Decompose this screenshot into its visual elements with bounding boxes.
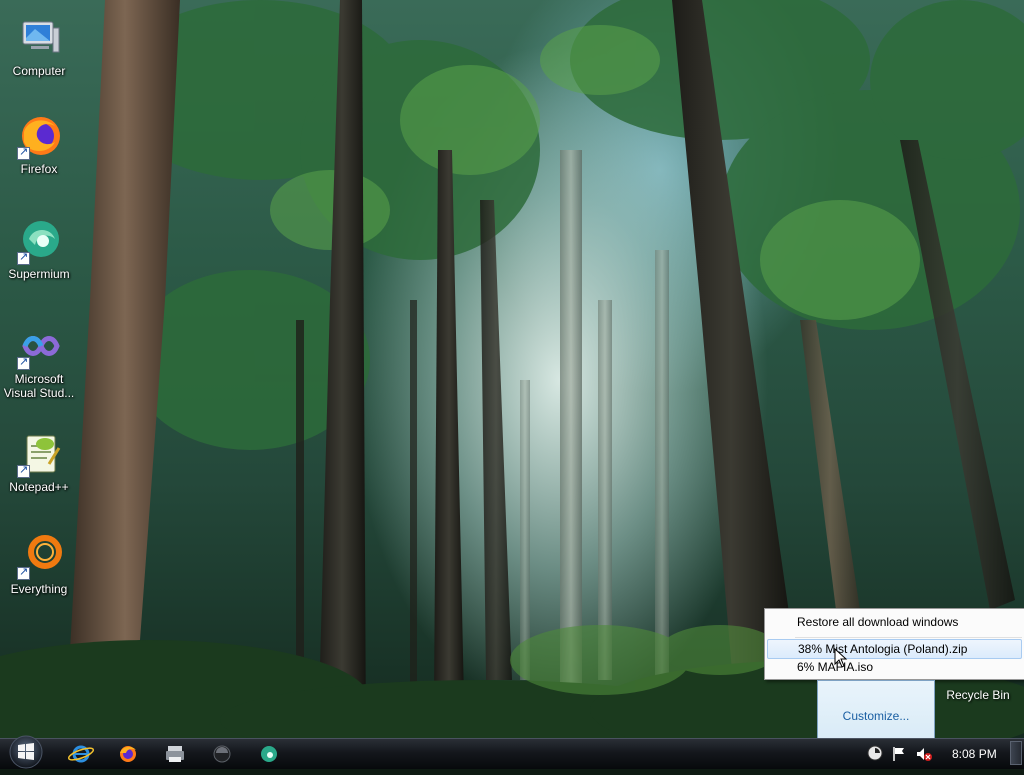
tray-app-icon[interactable]	[867, 745, 883, 761]
taskbar-firefox[interactable]	[113, 743, 143, 765]
firefox-icon	[120, 746, 136, 762]
desktop-icon-label: Firefox	[20, 162, 58, 176]
firefox-icon	[15, 112, 63, 160]
visual-studio-icon	[15, 322, 63, 370]
system-tray: 8:08 PM	[862, 739, 1024, 769]
everything-icon	[15, 532, 63, 580]
internet-explorer-icon	[67, 745, 95, 763]
desktop-icon-recycle-bin[interactable]: Recycle Bin	[938, 688, 1018, 702]
shortcut-arrow-icon	[17, 565, 30, 580]
action-center-flag-icon[interactable]	[892, 746, 906, 762]
desktop-icon-visual-studio[interactable]: Microsoft Visual Stud...	[0, 322, 78, 400]
menu-item-download-mafia[interactable]: 6% MAFIA.iso	[767, 657, 1022, 677]
desktop-icon-label: Recycle Bin	[946, 688, 1010, 702]
menu-item-restore-all[interactable]: Restore all download windows	[767, 612, 1022, 632]
mouse-cursor-icon	[834, 648, 848, 668]
customize-link[interactable]: Customize...	[818, 709, 934, 723]
menu-item-download-mist-antologia[interactable]: 38% Mist Antologia (Poland).zip	[767, 639, 1022, 659]
supermium-icon	[15, 217, 63, 265]
computer-icon	[15, 14, 63, 62]
show-desktop-button[interactable]	[1010, 741, 1022, 765]
desktop-icon-notepad-plus-plus[interactable]: Notepad++	[0, 430, 78, 494]
taskbar-devices-printers[interactable]	[160, 743, 190, 765]
desktop-icon-firefox[interactable]: Firefox	[0, 112, 78, 176]
taskbar: 8:08 PM	[0, 735, 1024, 769]
windows-logo-icon	[9, 735, 43, 769]
menu-separator	[795, 637, 1022, 638]
taskbar-media-player[interactable]	[207, 743, 237, 765]
notification-overflow-panel: Customize...	[817, 680, 935, 740]
taskbar-internet-explorer[interactable]	[66, 743, 96, 765]
shortcut-arrow-icon	[17, 355, 30, 370]
shortcut-arrow-icon	[17, 145, 30, 160]
notepad-plus-plus-icon	[15, 430, 63, 478]
menu-item-label: Restore all download windows	[797, 615, 959, 629]
start-button[interactable]	[4, 732, 48, 770]
desktop-icon-label: Microsoft Visual Stud...	[3, 372, 75, 400]
volume-muted-icon[interactable]	[916, 746, 932, 762]
printer-icon	[166, 746, 184, 762]
media-player-icon	[213, 745, 231, 763]
desktop-icon-computer[interactable]: Computer	[0, 14, 78, 78]
menu-item-label: 38% Mist Antologia (Poland).zip	[798, 642, 968, 656]
desktop-icon-everything[interactable]: Everything	[0, 532, 78, 596]
taskbar-clock[interactable]: 8:08 PM	[952, 747, 997, 761]
taskbar-supermium[interactable]	[254, 743, 284, 765]
desktop-icon-label: Supermium	[8, 267, 70, 281]
supermium-icon	[261, 746, 277, 762]
download-context-menu: Restore all download windows 38% Mist An…	[764, 608, 1024, 680]
desktop-icon-label: Computer	[12, 64, 66, 78]
desktop-icon-supermium[interactable]: Supermium	[0, 217, 78, 281]
desktop-icon-label: Notepad++	[9, 480, 69, 494]
shortcut-arrow-icon	[17, 463, 30, 478]
desktop-icon-label: Everything	[10, 582, 68, 596]
shortcut-arrow-icon	[17, 250, 30, 265]
